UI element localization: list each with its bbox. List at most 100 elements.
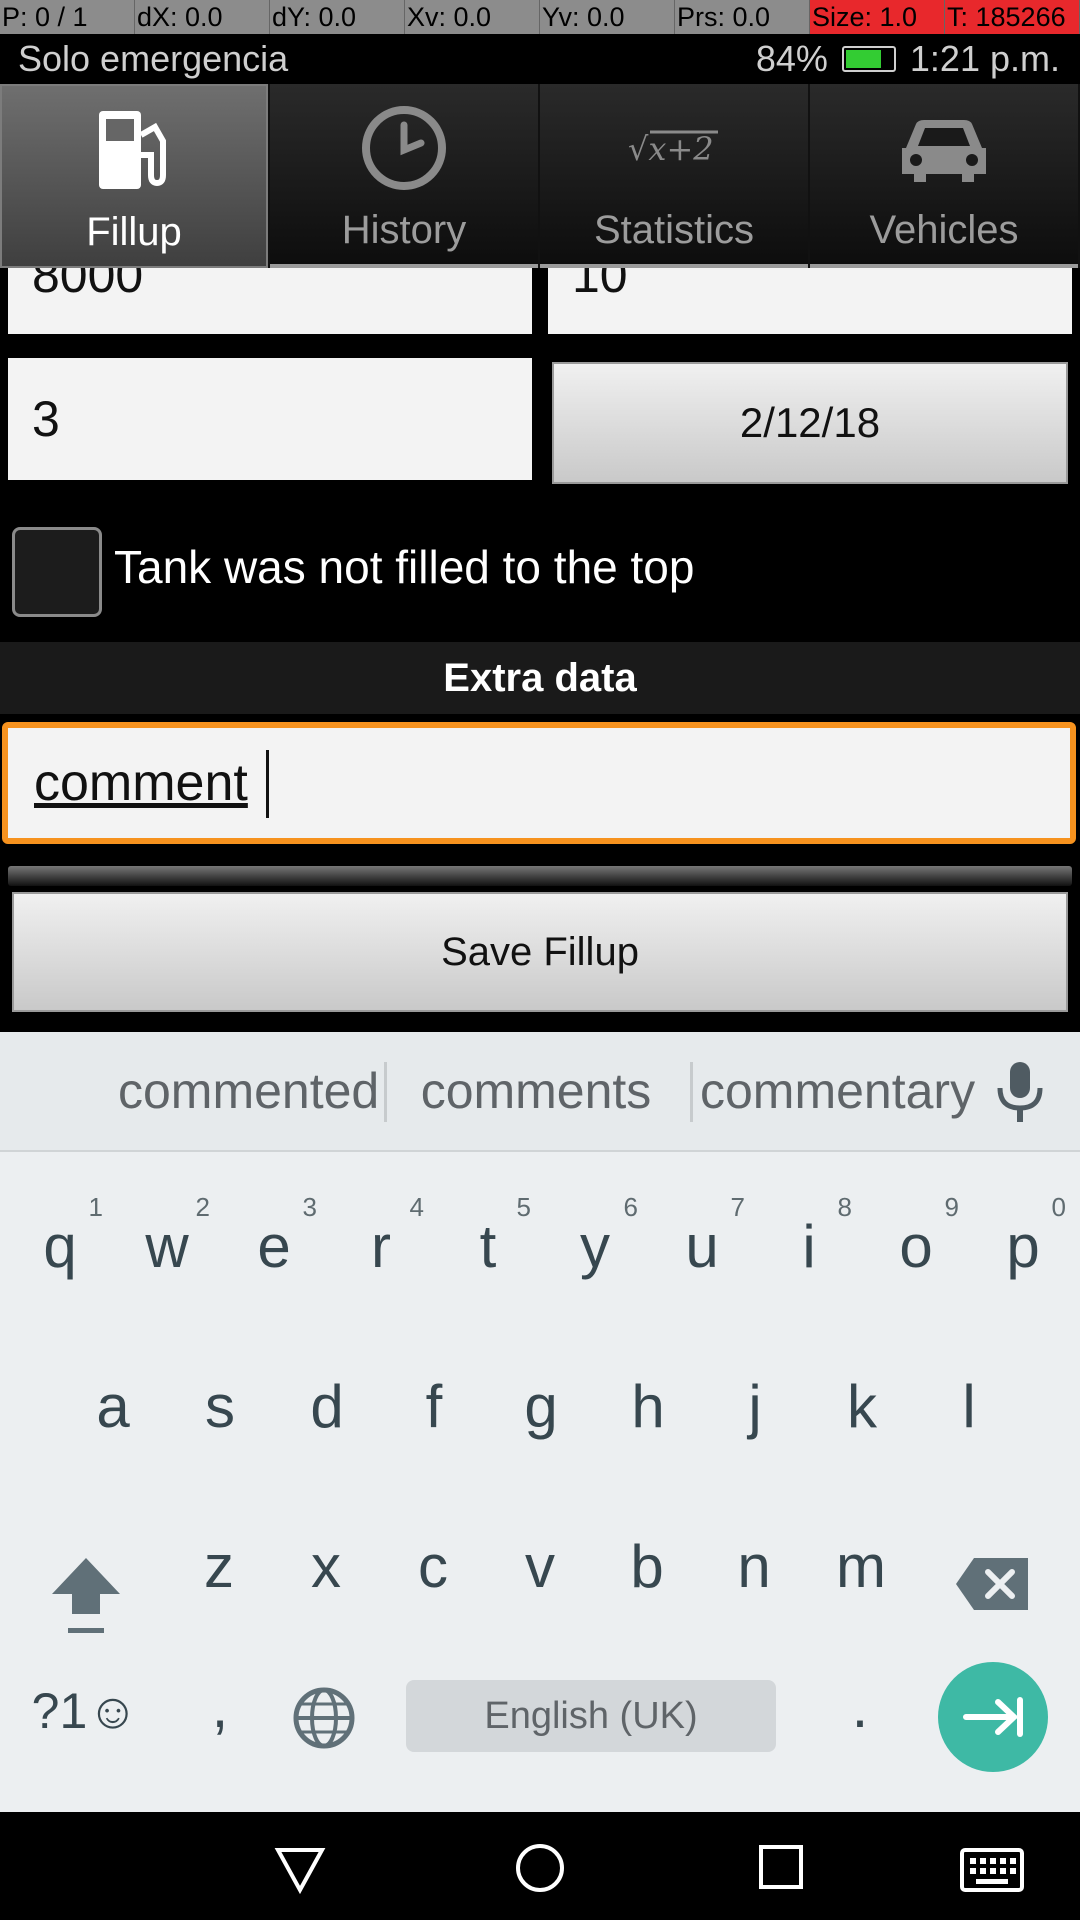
key-u[interactable]: 7u (657, 1192, 747, 1281)
comma-key[interactable]: , (200, 1672, 240, 1741)
key-w[interactable]: 2w (122, 1192, 212, 1281)
key-j[interactable]: j (710, 1372, 800, 1441)
symbols-key-label: ?1 (31, 1683, 88, 1739)
key-z[interactable]: z (174, 1532, 264, 1601)
debug-time: T: 185266 (945, 0, 1080, 34)
key-e[interactable]: 3e (229, 1192, 319, 1281)
key-k[interactable]: k (817, 1372, 907, 1441)
debug-pointer: P: 0 / 1 (0, 0, 135, 34)
tab-fillup-label: Fillup (86, 210, 182, 254)
key-hint-6: 6 (623, 1192, 638, 1222)
debug-xv: Xv: 0.0 (405, 0, 540, 34)
period-key[interactable]: . (840, 1672, 880, 1741)
pointer-debug-overlay: P: 0 / 1 dX: 0.0 dY: 0.0 Xv: 0.0 Yv: 0.0… (0, 0, 1080, 34)
tab-bar: Fillup History √x+2 Statistics Vehicles (0, 84, 1080, 268)
date-button[interactable]: 2/12/18 (552, 362, 1068, 484)
date-label: 2/12/18 (739, 399, 881, 446)
key-a[interactable]: a (68, 1372, 158, 1441)
price-field[interactable]: 3 (8, 358, 532, 480)
suggestion-strip: commented comments commentary (0, 1032, 1080, 1152)
extra-data-header: Extra data (0, 642, 1080, 714)
key-o[interactable]: 9o (871, 1192, 961, 1281)
status-icons: 84% 1:21 p.m. (756, 34, 1060, 84)
key-row-3: zxcvbnm (0, 1532, 1080, 1612)
key-h[interactable]: h (603, 1372, 693, 1441)
tab-vehicles-label: Vehicles (869, 208, 1019, 252)
key-m[interactable]: m (816, 1532, 906, 1601)
key-n[interactable]: n (709, 1532, 799, 1601)
debug-prs: Prs: 0.0 (675, 0, 810, 34)
key-label: i (802, 1213, 816, 1280)
key-label: u (685, 1213, 719, 1280)
key-b[interactable]: b (602, 1532, 692, 1601)
clock-icon (270, 100, 538, 196)
key-v[interactable]: v (495, 1532, 585, 1601)
comment-input[interactable]: comment (2, 722, 1076, 844)
tab-vehicles[interactable]: Vehicles (810, 84, 1078, 268)
key-hint-9: 9 (944, 1192, 959, 1222)
key-hint-2: 2 (195, 1192, 210, 1222)
key-label: t (479, 1213, 497, 1280)
suggestion-1[interactable]: commented (118, 1032, 379, 1150)
key-d[interactable]: d (282, 1372, 372, 1441)
key-l[interactable]: l (924, 1372, 1014, 1441)
keyboard-switch-icon[interactable] (960, 1848, 1024, 1897)
suggestion-3[interactable]: commentary (700, 1032, 975, 1150)
debug-dy: dY: 0.0 (270, 0, 405, 34)
key-i[interactable]: 8i (764, 1192, 854, 1281)
key-t[interactable]: 5t (443, 1192, 533, 1281)
comment-text: comment (34, 754, 248, 812)
key-r[interactable]: 4r (336, 1192, 426, 1281)
not-full-tank-checkbox[interactable] (12, 527, 102, 617)
key-c[interactable]: c (388, 1532, 478, 1601)
back-triangle-icon[interactable] (274, 1846, 326, 1899)
divider (8, 866, 1072, 886)
tab-history[interactable]: History (270, 84, 538, 268)
not-full-tank-label[interactable]: Tank was not filled to the top (114, 540, 694, 594)
key-p[interactable]: 0p (978, 1192, 1068, 1281)
backspace-key[interactable] (954, 1554, 1032, 1619)
tab-statistics[interactable]: √x+2 Statistics (540, 84, 808, 268)
recents-square-icon[interactable] (758, 1844, 804, 1895)
suggestion-2[interactable]: comments (400, 1032, 672, 1150)
car-icon (810, 100, 1078, 196)
microphone-icon[interactable] (992, 1060, 1048, 1129)
clock-time: 1:21 p.m. (909, 38, 1060, 79)
key-row-1: 1q2w3e4r5t6y7u8i9o0p (0, 1192, 1080, 1292)
enter-key[interactable] (938, 1662, 1048, 1772)
key-hint-5: 5 (516, 1192, 531, 1222)
suggestion-divider (690, 1062, 693, 1122)
key-hint-8: 8 (837, 1192, 852, 1222)
debug-dx: dX: 0.0 (135, 0, 270, 34)
key-hint-7: 7 (730, 1192, 745, 1222)
key-label: r (371, 1213, 391, 1280)
key-x[interactable]: x (281, 1532, 371, 1601)
key-hint-0: 0 (1051, 1192, 1066, 1222)
key-row-2: asdfghjkl (0, 1372, 1080, 1452)
save-fillup-button[interactable]: Save Fillup (12, 892, 1068, 1012)
key-g[interactable]: g (496, 1372, 586, 1441)
sqrt-formula-icon: √x+2 (540, 100, 808, 196)
key-q[interactable]: 1q (15, 1192, 105, 1281)
home-circle-icon[interactable] (514, 1842, 566, 1899)
space-key[interactable]: English (UK) (406, 1680, 776, 1752)
text-caret (266, 750, 269, 818)
key-y[interactable]: 6y (550, 1192, 640, 1281)
tab-history-label: History (341, 208, 467, 252)
battery-percent: 84% (755, 38, 828, 79)
symbols-key[interactable]: ?1☺ (30, 1682, 140, 1740)
debug-yv: Yv: 0.0 (540, 0, 675, 34)
globe-icon[interactable] (292, 1686, 356, 1755)
key-hint-1: 1 (88, 1192, 103, 1222)
key-hint-4: 4 (409, 1192, 424, 1222)
shift-key[interactable] (48, 1554, 124, 1643)
carrier-label: Solo emergencia (18, 38, 289, 79)
tab-fillup[interactable]: Fillup (0, 84, 268, 268)
fuel-pump-icon (2, 102, 266, 198)
soft-keyboard: commented comments commentary 1q2w3e4r5t… (0, 1032, 1080, 1812)
key-label: p (1006, 1213, 1040, 1280)
key-s[interactable]: s (175, 1372, 265, 1441)
key-f[interactable]: f (389, 1372, 479, 1441)
key-label: y (580, 1213, 610, 1280)
next-arrow-icon (963, 1697, 1023, 1737)
